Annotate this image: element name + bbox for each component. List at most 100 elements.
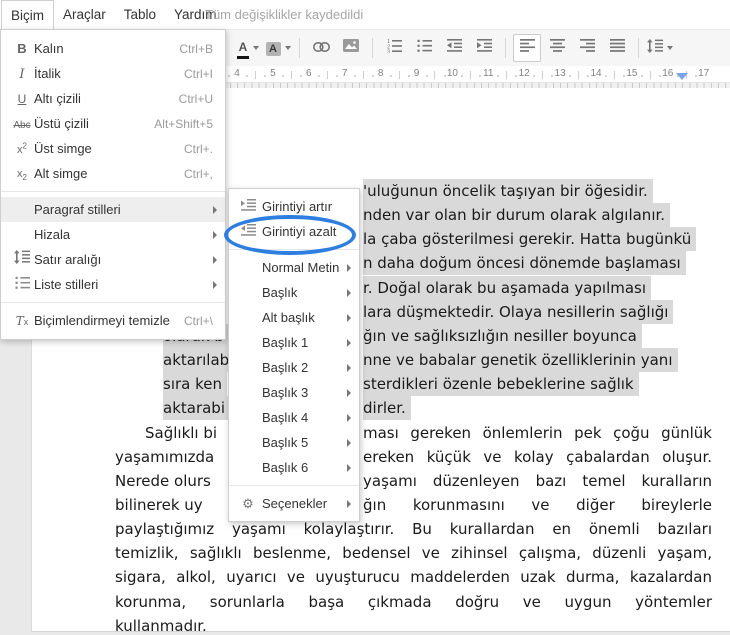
align-right-button[interactable] <box>573 34 601 62</box>
menubar-items: Biçim Araçlar Tablo Yardım <box>0 0 730 31</box>
menu-item-liste-stilleri[interactable]: Liste stilleri <box>1 272 225 297</box>
ruler-dot <box>515 75 518 77</box>
ruler-number: 6 <box>306 68 312 79</box>
menu-item-label: Başlık <box>262 285 298 300</box>
ruler-number: 9 <box>413 68 420 79</box>
menu-separator <box>229 485 359 486</box>
numbered-list-icon: 123 <box>387 39 402 58</box>
ruler-dot <box>694 75 697 77</box>
ruler-dot <box>299 75 302 77</box>
menu-separator <box>1 191 225 192</box>
menu-item-kal-n[interactable]: B Kalın Ctrl+B <box>1 36 225 61</box>
ruler-tick <box>434 71 436 79</box>
menubar-item-tablo[interactable]: Tablo <box>115 0 165 29</box>
ruler-dot <box>569 75 572 77</box>
menu-item-st-izili[interactable]: Abc Üstü çizili Alt+Shift+5 <box>1 111 225 136</box>
ruler-tick <box>254 71 256 79</box>
menu-item-label: Paragraf stilleri <box>34 202 121 217</box>
menu-item-normal-metin[interactable]: Normal Metin <box>229 255 359 280</box>
menu-item-ba-l-k-3[interactable]: Başlık 3 <box>229 380 359 405</box>
menu-item-ba-l-k[interactable]: Başlık <box>229 280 359 305</box>
menu-item-alt-ba-l-k[interactable]: Alt başlık <box>229 305 359 330</box>
submenu-arrow-icon <box>347 463 351 472</box>
menu-item-alt-izili[interactable]: U Altı çizili Ctrl+U <box>1 86 225 111</box>
dropdown-caret-icon <box>667 46 673 50</box>
ruler-number: 15 <box>626 68 638 79</box>
ruler-dot <box>371 75 374 77</box>
line-spacing-button[interactable] <box>646 34 674 62</box>
menu-item-label: Biçimlendirmeyi temizle <box>34 313 170 328</box>
menu-item-se-enekler[interactable]: ⚙ Seçenekler <box>229 491 359 516</box>
menu-item-sat-r-aral[interactable]: Satır aralığı <box>1 247 225 272</box>
ruler-dot <box>623 75 625 77</box>
menu-item-bi-imlendirmeyi-temizle[interactable]: Tx Biçimlendirmeyi temizle Ctrl+\ <box>1 308 225 333</box>
submenu-arrow-icon <box>347 363 351 372</box>
menu-item-ba-l-k-6[interactable]: Başlık 6 <box>229 455 359 480</box>
menu-item-alt-simge[interactable]: x2 Alt simge Ctrl+, <box>1 161 225 186</box>
menu-item-shortcut: Alt+Shift+5 <box>154 116 213 131</box>
ruler-indent-marker[interactable] <box>676 73 689 80</box>
menu-item-shortcut: Ctrl+\ <box>183 313 213 328</box>
ruler-dot <box>658 75 661 77</box>
menu-item-label: Başlık 4 <box>262 410 309 425</box>
gear-icon: ⚙ <box>242 495 254 511</box>
menu-item-label: Normal Metin <box>262 260 340 275</box>
submenu-arrow-icon <box>347 338 351 347</box>
menu-item-ba-l-k-2[interactable]: Başlık 2 <box>229 355 359 380</box>
menu-item-label: Başlık 2 <box>262 360 309 375</box>
increase-indent-button[interactable] <box>470 34 498 62</box>
submenu-arrow-icon <box>347 263 351 272</box>
align-center-button[interactable] <box>543 34 571 62</box>
text-color-button[interactable]: A <box>234 34 262 62</box>
highlight-color-button[interactable]: A <box>264 34 292 62</box>
ruler-tick <box>470 71 472 79</box>
menu-item-hizala[interactable]: Hizala <box>1 222 225 247</box>
ruler-dot <box>551 75 554 77</box>
bulleted-list-button[interactable] <box>410 34 438 62</box>
menubar: Biçim Araçlar Tablo Yardım Tüm değişiklikle… <box>0 0 730 31</box>
submenu-arrow-icon <box>347 388 351 397</box>
menubar-item-araclar[interactable]: Araçlar <box>54 0 115 29</box>
menubar-item-bicim[interactable]: Biçim <box>1 0 54 31</box>
bold-icon: B <box>17 40 27 56</box>
menu-item-paragraf-stilleri[interactable]: Paragraf stilleri <box>1 197 225 222</box>
ruler-number: 7 <box>341 68 348 79</box>
align-center-icon <box>549 39 565 57</box>
menu-item-ba-l-k-1[interactable]: Başlık 1 <box>229 330 359 355</box>
align-justify-button[interactable] <box>603 34 631 62</box>
ruler-dot <box>407 75 410 77</box>
menu-item-label: Girintiyi artır <box>262 199 333 214</box>
menu-item-label: Altı çizili <box>34 91 81 106</box>
insert-image-button[interactable] <box>337 34 365 62</box>
annotation-ellipse <box>224 215 356 255</box>
insert-link-button[interactable] <box>307 34 335 62</box>
menu-item-ba-l-k-5[interactable]: Başlık 5 <box>229 430 359 455</box>
numbered-list-button[interactable]: 123 <box>380 34 408 62</box>
strikethrough-icon: Abc <box>13 119 31 131</box>
clear-formatting-icon: Tx <box>15 313 29 328</box>
ruler-dot <box>228 75 231 77</box>
align-left-button[interactable] <box>513 34 541 62</box>
ruler-dot <box>246 75 248 77</box>
align-right-icon <box>579 39 595 57</box>
ruler-dot <box>479 75 482 77</box>
menu-item-label: Başlık 3 <box>262 385 309 400</box>
decrease-indent-button[interactable] <box>440 34 468 62</box>
menu-item-ba-l-k-4[interactable]: Başlık 4 <box>229 405 359 430</box>
ruler-number: 11 <box>483 68 494 79</box>
submenu-arrow-icon <box>347 413 351 422</box>
ruler-dot <box>497 75 500 77</box>
save-status: Tüm değişiklikler kaydedildi <box>205 7 364 22</box>
dropdown-caret-icon <box>253 46 260 50</box>
submenu-arrow-icon <box>347 313 351 322</box>
indent-increase-icon <box>237 198 259 216</box>
menu-item-st-simge[interactable]: x2 Üst simge Ctrl+. <box>1 136 225 161</box>
google-docs-window: 'uluğunun öncelik taşıyan bir öğesidir. n… <box>0 0 730 635</box>
ruler-tick <box>362 71 364 79</box>
ruler-dot <box>353 75 356 77</box>
italic-icon: I <box>19 66 25 82</box>
ruler-dot <box>335 75 338 77</box>
ruler-dot <box>443 75 446 77</box>
submenu-arrow-icon <box>347 288 351 297</box>
menu-item-i-talik[interactable]: I İtalik Ctrl+I <box>1 61 225 86</box>
